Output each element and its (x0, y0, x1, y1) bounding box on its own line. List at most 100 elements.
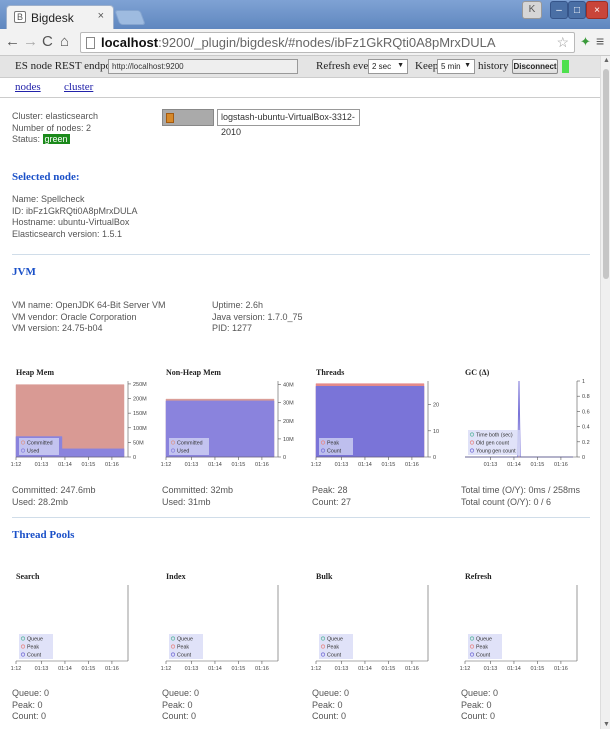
legend-label: Used (177, 449, 189, 455)
y-tick-label: 0.2 (582, 440, 590, 446)
threads-chart: Threads 0 10 20 1:12 01:13 01:14 01:15 01:16 Peak… (311, 368, 452, 478)
cluster-node-count: Number of nodes: 2 (12, 122, 92, 133)
endpoint-label: ES node REST endpoint (15, 60, 123, 72)
vm-version: VM version: 24.75-b04 (12, 323, 103, 333)
forward-arrow-icon[interactable]: → (23, 33, 38, 50)
back-arrow-icon[interactable]: ← (5, 33, 20, 50)
address-bar[interactable]: localhost:9200/_plugin/bigdesk/#nodes/ib… (80, 32, 575, 53)
legend-label: Queue (327, 637, 343, 643)
x-tick-label: 01:16 (554, 462, 568, 468)
scroll-up-icon[interactable]: ▲ (603, 57, 610, 64)
chart-svg: 0 50M 100M 150M 200M 250M 1:12 01:13 01:14 01:15 0… (11, 381, 147, 468)
x-tick-label: 01:14 (208, 666, 222, 672)
y-tick-label: 30M (283, 401, 294, 407)
x-tick-label: 01:16 (255, 462, 269, 468)
close-window-icon[interactable]: × (586, 1, 608, 19)
chevron-down-icon: ▼ (397, 62, 404, 69)
new-tab-button[interactable] (114, 10, 146, 25)
x-tick-label: 1:12 (11, 462, 22, 468)
threads-count: Count: 27 (312, 496, 352, 507)
x-tick-label: 01:13 (335, 666, 349, 672)
menu-icon[interactable]: ≡ (596, 33, 604, 49)
pool-count: Count: 0 (461, 711, 496, 721)
x-tick-label: 01:13 (35, 666, 49, 672)
profile-button[interactable]: K (522, 1, 542, 19)
home-icon[interactable]: ⌂ (60, 33, 69, 50)
nonheap-committed: Committed: 32mb (162, 485, 234, 495)
x-tick-label: 01:15 (531, 666, 545, 672)
legend-label: Count (327, 449, 342, 455)
pool-count: Count: 0 (312, 711, 347, 721)
legend-label: Queue (476, 637, 492, 643)
divider (12, 254, 590, 255)
x-tick-label: 01:16 (105, 666, 119, 672)
keep-select-value: 5 min (441, 62, 461, 71)
tab-close-icon[interactable]: × (98, 10, 104, 22)
bookmark-star-icon[interactable]: ☆ (556, 34, 569, 51)
browser-tab[interactable]: B Bigdesk × (6, 5, 114, 29)
status-badge: green (42, 134, 70, 144)
search-pool-stats: Queue: 0 Peak: 0 Count: 0 (12, 688, 49, 723)
page-content: ES node REST endpoint http://localhost:9… (0, 56, 600, 729)
page-scrollbar[interactable]: ▲ ▼ (600, 56, 610, 729)
reload-icon[interactable]: C (42, 33, 53, 50)
gc-total-time: Total time (O/Y): 0ms / 258ms (461, 485, 581, 495)
node-es-version: Elasticsearch version: 1.5.1 (12, 228, 123, 239)
node-name: Name: Spellcheck (12, 194, 85, 204)
jvm-pid: PID: 1277 (212, 323, 253, 333)
x-tick-label: 01:15 (382, 462, 396, 468)
x-tick-label: 1:12 (161, 462, 172, 468)
y-tick-label: 10 (433, 429, 439, 435)
x-tick-label: 01:13 (185, 462, 199, 468)
index-pool-stats: Queue: 0 Peak: 0 Count: 0 (162, 688, 199, 723)
search-pool-chart: Search 1:12 01:13 01:14 01:15 01:16 Queue Peak C… (11, 572, 152, 682)
maximize-icon[interactable]: □ (568, 1, 586, 19)
node-hostname: Hostname: ubuntu-VirtualBox (12, 217, 130, 227)
scrollbar-thumb[interactable] (603, 69, 609, 279)
y-tick-label: 20M (283, 419, 294, 425)
node-icon (166, 112, 174, 123)
chart-svg: 1:12 01:13 01:14 01:15 01:16 Queue Peak Count (460, 585, 578, 672)
node-button-selected[interactable]: Spellcheck (162, 109, 214, 137)
legend-label: Committed (27, 441, 53, 447)
refresh-select[interactable]: 2 sec ▼ (368, 59, 408, 74)
y-tick-label: 200M (133, 397, 147, 403)
heap-committed: Committed: 247.6mb (12, 485, 96, 495)
x-tick-label: 01:16 (405, 666, 419, 672)
heap-mem-chart: Heap Mem 0 50M 100M 150M 200M 250M 1:12 01:13 01:… (11, 368, 152, 478)
legend-label: Peak (177, 645, 189, 651)
x-tick-label: 01:13 (484, 462, 498, 468)
y-tick-label: 0.6 (582, 409, 590, 415)
x-tick-label: 01:15 (82, 462, 96, 468)
jvm-title: JVM (12, 266, 36, 278)
cluster-name: Cluster: elasticsearch (12, 111, 99, 121)
y-tick-label: 0.8 (582, 394, 590, 400)
disconnect-button[interactable]: Disconnect (512, 59, 558, 74)
minimize-icon[interactable]: – (550, 1, 568, 19)
jvm-uptime: Uptime: 2.6h (212, 300, 264, 310)
browser-titlebar: B Bigdesk × K – □ × (0, 0, 610, 29)
scroll-down-icon[interactable]: ▼ (603, 721, 610, 728)
pool-queue: Queue: 0 (12, 688, 50, 698)
legend-label: Count (476, 653, 491, 659)
tab-nodes[interactable]: nodes (15, 81, 41, 93)
y-tick-label: 0 (133, 455, 136, 461)
endpoint-input[interactable]: http://localhost:9200 (108, 59, 298, 74)
keep-select[interactable]: 5 min ▼ (437, 59, 475, 74)
pool-queue: Queue: 0 (312, 688, 350, 698)
heap-used: Used: 28.2mb (12, 496, 69, 507)
node-button-selected-label: Spellcheck (166, 127, 210, 137)
node-button-other[interactable]: logstash-ubuntu-VirtualBox-3312-2010 (217, 109, 360, 137)
x-tick-label: 01:16 (255, 666, 269, 672)
x-tick-label: 01:13 (185, 666, 199, 672)
heap-stats: Committed: 247.6mb Used: 28.2mb (12, 485, 96, 508)
pool-peak: Peak: 0 (162, 699, 193, 710)
cluster-status-label: Status: (12, 134, 41, 144)
tab-cluster[interactable]: cluster (64, 81, 93, 93)
nonheap-stats: Committed: 32mb Used: 31mb (162, 485, 233, 508)
extension-icon[interactable]: ✦ (580, 34, 591, 50)
legend-label: Peak (327, 645, 339, 651)
x-tick-label: 1:12 (460, 666, 471, 672)
y-tick-label: 20 (433, 403, 439, 409)
nonheap-used: Used: 31mb (162, 496, 211, 507)
